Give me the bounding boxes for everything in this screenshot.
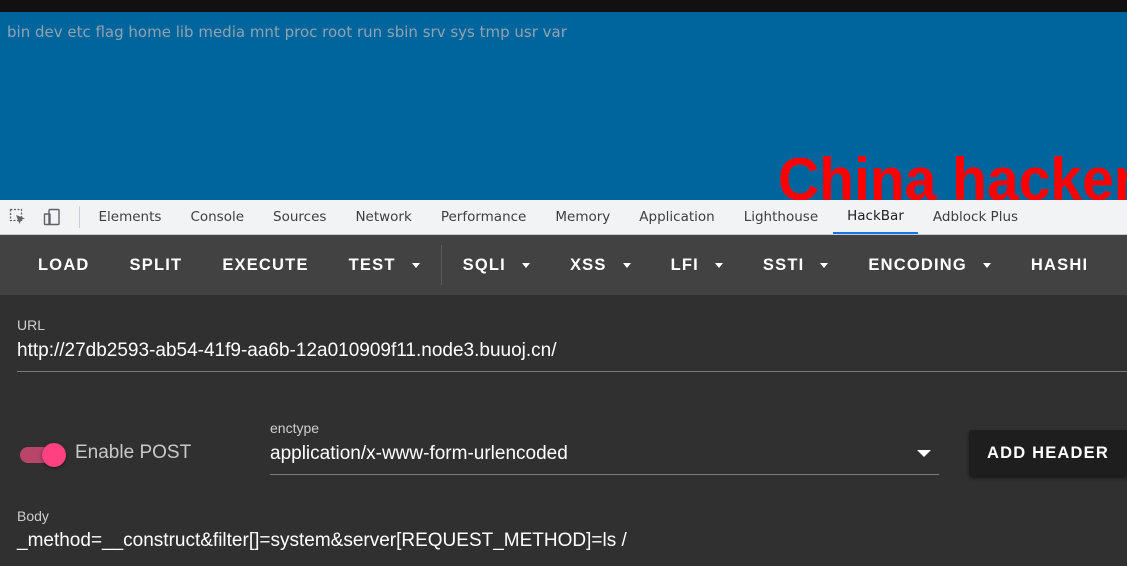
lfi-menu-button[interactable]: LFI [651,245,743,285]
hashing-menu-label: HASHI [1030,255,1089,274]
sqli-menu-button[interactable]: SQLI [443,245,550,285]
ssti-menu-button[interactable]: SSTI [743,245,848,285]
xss-menu-label: XSS [569,255,607,274]
caret-down-icon [521,263,530,268]
devtools-tabs: Elements Console Sources Network Perform… [80,200,1033,234]
tab-sources[interactable]: Sources [259,200,341,234]
enctype-select[interactable]: application/x-www-form-urlencoded [270,443,568,465]
add-header-button[interactable]: ADD HEADER [969,430,1127,476]
tab-memory[interactable]: Memory [541,200,625,234]
split-button-label: SPLIT [129,255,183,274]
toggle-thumb [42,443,66,467]
china-hacker-banner: China hacker [778,146,1127,201]
inspect-element-icon[interactable] [8,207,28,227]
body-input[interactable]: _method=__construct&filter[]=system&serv… [17,530,627,552]
load-button-label: LOAD [38,255,90,274]
dropdown-arrow-icon[interactable] [917,450,931,457]
directory-listing: bin dev etc flag home lib media mnt proc… [7,23,567,41]
load-button[interactable]: LOAD [18,245,110,285]
window-top-strip [0,0,1127,12]
hackbar-toolbar: LOAD SPLIT EXECUTE TEST SQLI XSS LFI SST… [0,235,1127,295]
enctype-label: enctype [270,420,320,436]
url-input[interactable]: http://27db2593-ab54-41f9-aa6b-12a010909… [17,340,557,362]
ssti-menu-label: SSTI [762,255,805,274]
url-label: URL [17,317,46,333]
encoding-menu-button[interactable]: ENCODING [848,245,1011,285]
hashing-menu-button[interactable]: HASHI [1011,245,1108,285]
body-label: Body [17,508,49,524]
xss-menu-button[interactable]: XSS [550,245,651,285]
hackbar-content: URL http://27db2593-ab54-41f9-aa6b-12a01… [0,295,1127,566]
enable-post-toggle[interactable] [20,443,68,467]
test-menu-label: TEST [348,255,396,274]
tab-hackbar[interactable]: HackBar [832,200,919,234]
split-button[interactable]: SPLIT [110,245,203,285]
caret-down-icon [982,263,991,268]
enctype-underline [270,474,939,475]
lfi-menu-label: LFI [670,255,699,274]
device-toolbar-icon[interactable] [42,207,62,227]
tab-elements[interactable]: Elements [84,200,176,234]
tab-console[interactable]: Console [176,200,259,234]
tab-application[interactable]: Application [625,200,729,234]
tab-adblock-plus[interactable]: Adblock Plus [918,200,1032,234]
tab-lighthouse[interactable]: Lighthouse [729,200,832,234]
devtools-icon-group [0,206,80,228]
caret-down-icon [411,263,420,268]
page-viewport: bin dev etc flag home lib media mnt proc… [0,12,1127,200]
execute-button-label: EXECUTE [222,255,309,274]
sqli-menu-label: SQLI [462,255,506,274]
test-menu-button[interactable]: TEST [329,245,440,285]
url-underline [17,371,1127,372]
caret-down-icon [622,263,631,268]
tab-network[interactable]: Network [341,200,426,234]
caret-down-icon [820,263,829,268]
toolbar-divider [440,245,442,285]
encoding-menu-label: ENCODING [868,255,967,274]
execute-button[interactable]: EXECUTE [202,245,328,285]
devtools-tab-bar: Elements Console Sources Network Perform… [0,200,1127,235]
caret-down-icon [714,263,723,268]
tab-performance[interactable]: Performance [426,200,541,234]
enable-post-label: Enable POST [75,442,192,463]
